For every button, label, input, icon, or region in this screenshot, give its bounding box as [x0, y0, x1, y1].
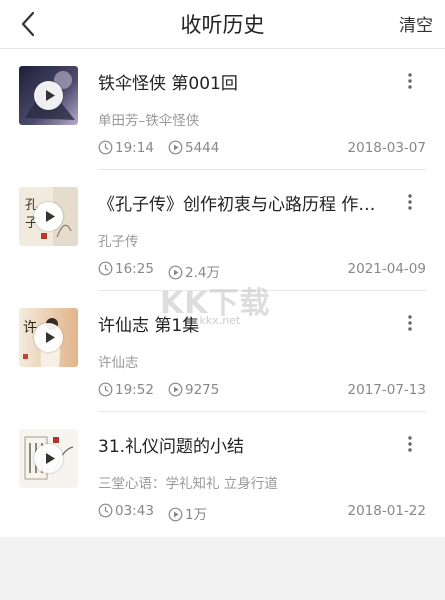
- more-vertical-icon: [408, 436, 412, 452]
- clock-icon: [98, 140, 113, 155]
- play-button[interactable]: [34, 444, 63, 473]
- play-button[interactable]: [34, 323, 63, 352]
- more-button[interactable]: [405, 71, 415, 91]
- play-button[interactable]: [34, 202, 63, 231]
- duration: 16:25: [98, 261, 154, 277]
- play-count-text: 1万: [185, 507, 208, 523]
- play-count: 9275: [168, 382, 219, 398]
- play-icon: [46, 211, 55, 222]
- more-vertical-icon: [408, 194, 412, 210]
- play-circle-icon: [168, 140, 183, 155]
- more-button[interactable]: [405, 313, 415, 333]
- clock-icon: [98, 261, 113, 276]
- top-bar: 收听历史 清空: [0, 0, 445, 49]
- more-button[interactable]: [405, 434, 415, 454]
- clear-button[interactable]: 清空: [399, 11, 433, 36]
- play-button[interactable]: [34, 81, 63, 110]
- played-date: 2018-01-22: [347, 503, 426, 519]
- duration: 19:52: [98, 382, 154, 398]
- album-name: 许仙志: [98, 355, 139, 371]
- album-name: 孔子传: [98, 234, 139, 250]
- album-cover[interactable]: [19, 66, 78, 125]
- clock-icon: [98, 382, 113, 397]
- history-item[interactable]: 铁伞怪侠 第001回 单田芳–铁伞怪侠 19:14 5444 2018-03-0…: [0, 49, 445, 170]
- episode-title[interactable]: 《孔子传》创作初衷与心路历程 作…: [98, 190, 388, 215]
- page-title: 收听历史: [180, 13, 265, 37]
- play-icon: [46, 332, 55, 343]
- play-count-text: 9275: [185, 382, 220, 398]
- play-count: 5444: [168, 140, 219, 156]
- duration-text: 03:43: [115, 503, 154, 519]
- duration-text: 19:14: [115, 140, 154, 156]
- play-count: 1万: [168, 503, 207, 523]
- clock-icon: [98, 503, 113, 518]
- played-date: 2017-07-13: [347, 382, 426, 398]
- duration-text: 19:52: [115, 382, 154, 398]
- duration-text: 16:25: [115, 261, 154, 277]
- more-button[interactable]: [405, 192, 415, 212]
- history-item[interactable]: 31.礼仪问题的小结 三堂心语：学礼知礼 立身行道 03:43 1万 2018-…: [0, 412, 445, 533]
- played-date: 2018-03-07: [347, 140, 426, 156]
- album-cover[interactable]: 许: [19, 308, 78, 367]
- album-cover[interactable]: 孔 子: [19, 187, 78, 246]
- play-icon: [46, 90, 55, 101]
- album-cover[interactable]: [19, 429, 78, 488]
- more-vertical-icon: [408, 73, 412, 89]
- episode-title[interactable]: 铁伞怪侠 第001回: [98, 69, 388, 94]
- episode-title[interactable]: 31.礼仪问题的小结: [98, 432, 388, 457]
- more-vertical-icon: [408, 315, 412, 331]
- watermark-url: .kkx.net: [196, 314, 241, 327]
- play-icon: [46, 453, 55, 464]
- history-item[interactable]: 孔 子 《孔子传》创作初衷与心路历程 作… 孔子传 16:25 2.4万 202…: [0, 170, 445, 291]
- album-name: 单田芳–铁伞怪侠: [98, 113, 200, 129]
- duration: 03:43: [98, 503, 154, 519]
- duration: 19:14: [98, 140, 154, 156]
- play-circle-icon: [168, 382, 183, 397]
- played-date: 2021-04-09: [347, 261, 426, 277]
- album-name: 三堂心语：学礼知礼 立身行道: [98, 476, 278, 492]
- play-count-text: 5444: [185, 140, 220, 156]
- play-circle-icon: [168, 507, 183, 522]
